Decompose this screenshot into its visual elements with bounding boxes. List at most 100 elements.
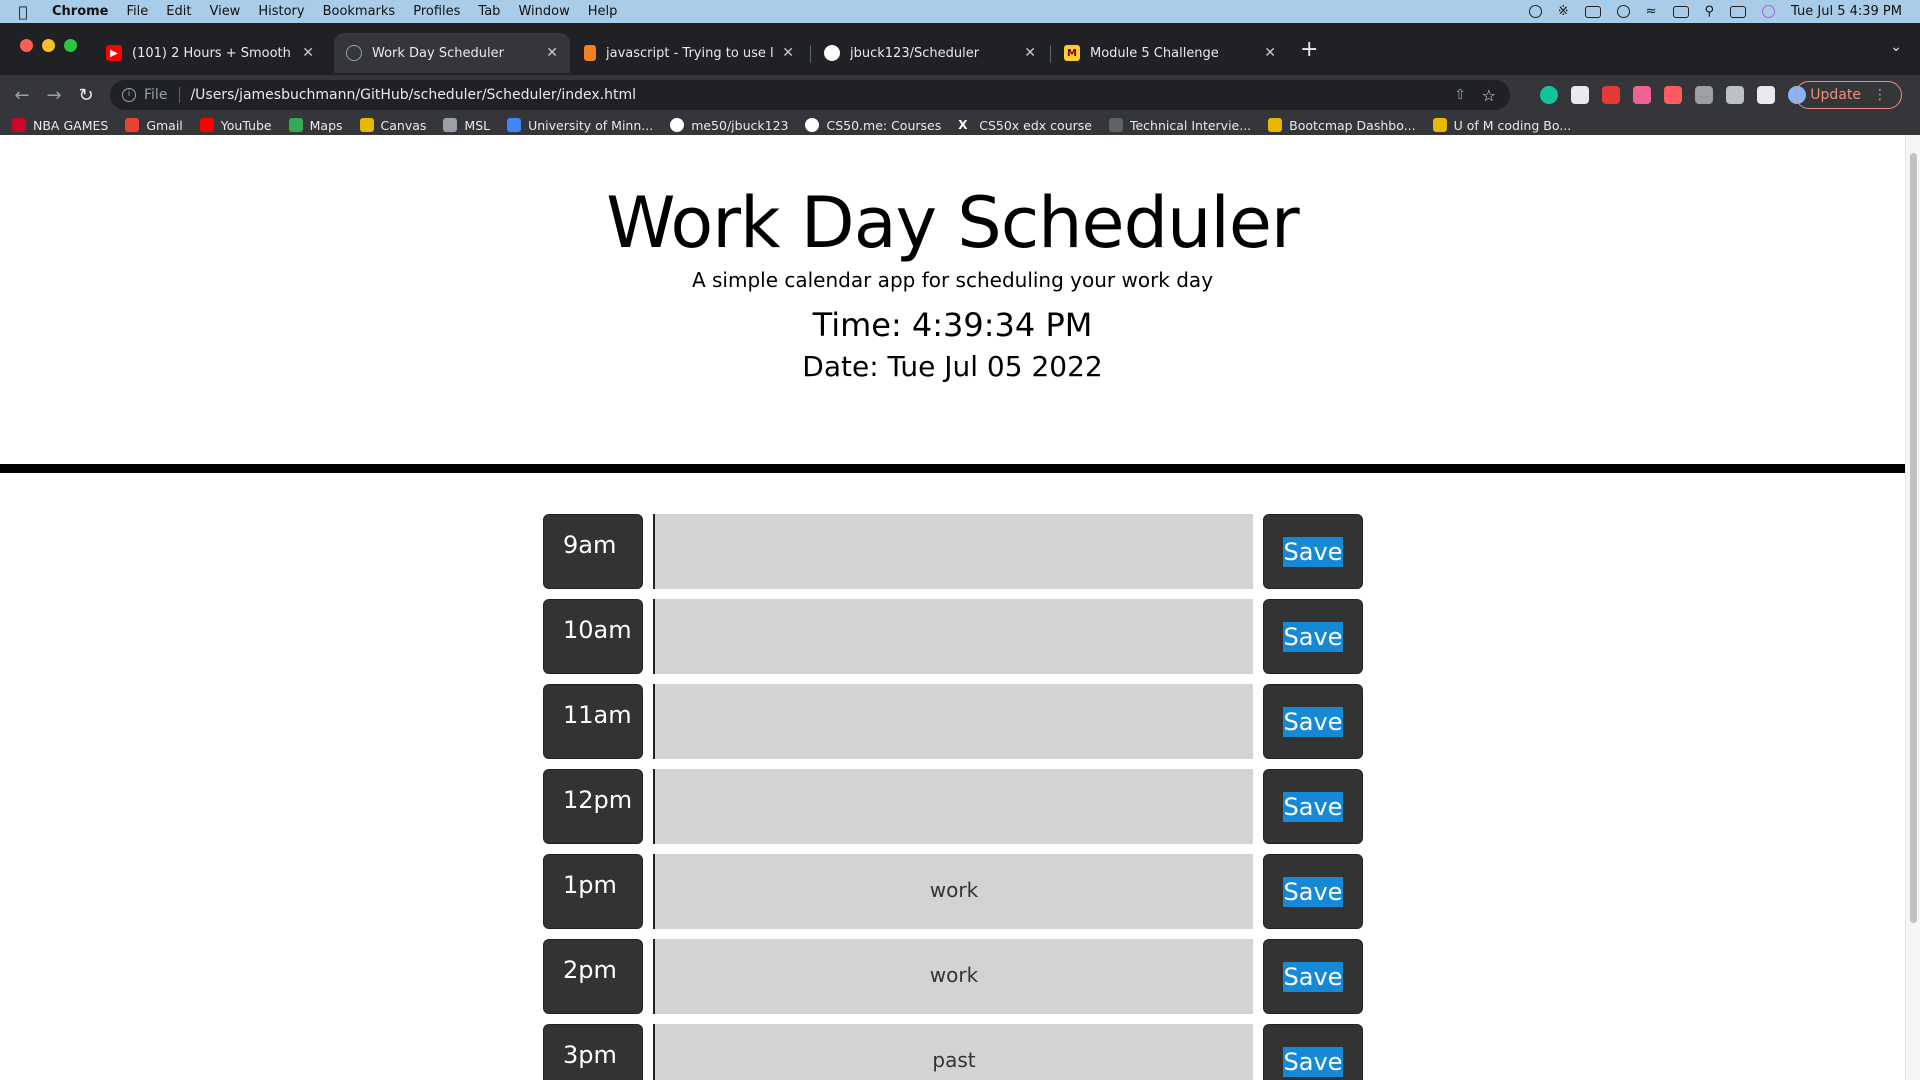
save-button[interactable]: Save [1263, 599, 1363, 674]
bookmark-technical-interview[interactable]: Technical Intervie... [1108, 118, 1251, 133]
apple-logo-icon[interactable]:  [0, 3, 46, 21]
event-description-input[interactable] [653, 769, 1253, 844]
record-icon[interactable] [1528, 5, 1542, 18]
tab-module-5-challenge[interactable]: M Module 5 Challenge ✕ [1052, 33, 1288, 73]
menu-view[interactable]: View [200, 4, 249, 19]
time-block-row: 9am Save [543, 514, 1363, 589]
close-tab-icon[interactable]: ✕ [546, 45, 558, 61]
battery-icon[interactable] [1672, 5, 1689, 18]
url-text[interactable]: /Users/jamesbuchmann/GitHub/scheduler/Sc… [190, 87, 636, 103]
new-tab-icon[interactable]: + [1300, 37, 1318, 62]
reload-icon[interactable]: ↻ [70, 85, 102, 106]
bookmark-cs50x-edx[interactable]: X CS50x edx course [958, 118, 1092, 133]
menu-history[interactable]: History [249, 4, 313, 19]
save-button[interactable]: Save [1263, 1024, 1363, 1080]
ublock-extension-icon[interactable] [1602, 86, 1620, 104]
bookmark-bootcamp-dashboard[interactable]: Bootcmap Dashbo... [1268, 117, 1416, 133]
event-description-input[interactable]: past [653, 1024, 1253, 1080]
tab-github[interactable]: jbuck123/Scheduler ✕ [812, 33, 1048, 73]
current-time: Time: 4:39:34 PM [812, 306, 1093, 344]
save-button[interactable]: Save [1263, 684, 1363, 759]
github-favicon-icon [824, 45, 840, 61]
kebab-menu-icon[interactable]: ⋮ [1873, 87, 1887, 103]
minimize-window-icon[interactable] [42, 39, 55, 52]
page-scrollbar[interactable] [1905, 135, 1920, 1080]
menu-bar-clock[interactable]: Tue Jul 5 4:39 PM [1791, 4, 1902, 19]
close-tab-icon[interactable]: ✕ [302, 45, 314, 61]
calendar-icon [507, 118, 522, 132]
close-tab-icon[interactable]: ✕ [1264, 45, 1276, 61]
menu-file[interactable]: File [118, 4, 158, 19]
bookmark-umn-coding-bootcamp[interactable]: U of M coding Bo... [1432, 118, 1571, 133]
bookmark-label: CS50x edx course [979, 117, 1092, 133]
menu-bookmarks[interactable]: Bookmarks [314, 4, 405, 19]
menu-edit[interactable]: Edit [157, 4, 200, 19]
maximize-window-icon[interactable] [64, 39, 77, 52]
play-icon[interactable] [1616, 5, 1630, 18]
spotlight-search-icon[interactable]: ⚲ [1705, 4, 1715, 19]
close-tab-icon[interactable]: ✕ [782, 45, 794, 61]
event-description-input[interactable] [653, 684, 1253, 759]
menu-help[interactable]: Help [579, 4, 627, 19]
close-window-icon[interactable] [20, 39, 33, 52]
save-button[interactable]: Save [1263, 514, 1363, 589]
bookmark-gmail[interactable]: Gmail [125, 118, 183, 133]
bookmark-label: Bootcmap Dashbo... [1289, 117, 1416, 133]
bookmark-maps[interactable]: Maps [288, 118, 343, 133]
hour-label: 11am [543, 684, 643, 759]
youtube-icon [199, 118, 214, 132]
side-panel-icon[interactable] [1757, 86, 1775, 104]
close-tab-icon[interactable]: ✕ [1024, 45, 1036, 61]
reading-list-icon[interactable] [1726, 86, 1744, 104]
scrollbar-thumb[interactable] [1910, 153, 1917, 923]
grammarly-extension-icon[interactable] [1540, 86, 1558, 104]
event-description-input[interactable] [653, 599, 1253, 674]
bookmark-youtube[interactable]: YouTube [199, 118, 272, 133]
bookmark-university-of-minnesota[interactable]: University of Minn... [507, 118, 653, 133]
page-header: Work Day Scheduler A simple calendar app… [0, 135, 1905, 473]
video-extension-icon[interactable] [1664, 86, 1682, 104]
update-button[interactable]: Update ⋮ [1795, 81, 1902, 109]
tab-stackoverflow[interactable]: javascript - Trying to use local ✕ [572, 33, 806, 73]
wifi-icon[interactable]: ≈ [1646, 4, 1657, 19]
share-icon[interactable]: ⇧ [1454, 87, 1466, 103]
save-button[interactable]: Save [1263, 769, 1363, 844]
menu-tab[interactable]: Tab [469, 4, 509, 19]
control-center-icon[interactable] [1730, 5, 1747, 18]
save-label: Save [1282, 961, 1344, 992]
display-icon[interactable] [1584, 5, 1601, 18]
tab-title: Module 5 Challenge [1090, 45, 1219, 61]
menu-window[interactable]: Window [509, 4, 578, 19]
bookmark-me50[interactable]: me50/jbuck123 [670, 118, 788, 133]
bookmark-msl[interactable]: MSL [443, 118, 490, 133]
menu-bar-status-area: ※ ≈ ⚲ Tue Jul 5 4:39 PM [1528, 0, 1902, 23]
forward-arrow-icon[interactable]: → [38, 85, 70, 106]
edx-icon: X [958, 118, 968, 132]
bookmark-cs50-courses[interactable]: CS50.me: Courses [805, 118, 941, 133]
tab-work-day-scheduler[interactable]: Work Day Scheduler ✕ [334, 33, 570, 73]
hour-label: 2pm [543, 939, 643, 1014]
back-arrow-icon[interactable]: ← [6, 85, 38, 106]
bookmark-nba-games[interactable]: NBA GAMES [12, 118, 108, 133]
menu-app-chrome[interactable]: Chrome [46, 4, 118, 19]
canvas-icon [359, 118, 374, 132]
bookmark-canvas[interactable]: Canvas [359, 118, 426, 133]
bookmarks-bar: NBA GAMES Gmail YouTube Maps Canvas MSL … [0, 115, 1920, 135]
siri-icon[interactable] [1762, 5, 1776, 18]
menu-profiles[interactable]: Profiles [404, 4, 469, 19]
event-description-input[interactable] [653, 514, 1253, 589]
puzzle-extensions-icon[interactable] [1695, 86, 1713, 104]
save-button[interactable]: Save [1263, 854, 1363, 929]
save-button[interactable]: Save [1263, 939, 1363, 1014]
time-block-list: 9am Save 10am Save 11am Save 12pm Save 1… [543, 514, 1363, 1080]
bookmark-star-icon[interactable]: ☆ [1482, 86, 1496, 105]
event-description-input[interactable]: work [653, 939, 1253, 1014]
bluetooth-icon[interactable]: ※ [1558, 4, 1569, 19]
tab-search-chevron-icon[interactable]: ⌄ [1890, 39, 1902, 55]
screencast-extension-icon[interactable] [1633, 86, 1651, 104]
site-info-icon[interactable]: i [122, 88, 136, 102]
address-bar[interactable]: i File /Users/jamesbuchmann/GitHub/sched… [110, 80, 1510, 110]
tab-youtube[interactable]: ▶ (101) 2 Hours + Smooth & Hard ✕ [94, 33, 326, 73]
event-description-input[interactable]: work [653, 854, 1253, 929]
qr-extension-icon[interactable] [1571, 86, 1589, 104]
